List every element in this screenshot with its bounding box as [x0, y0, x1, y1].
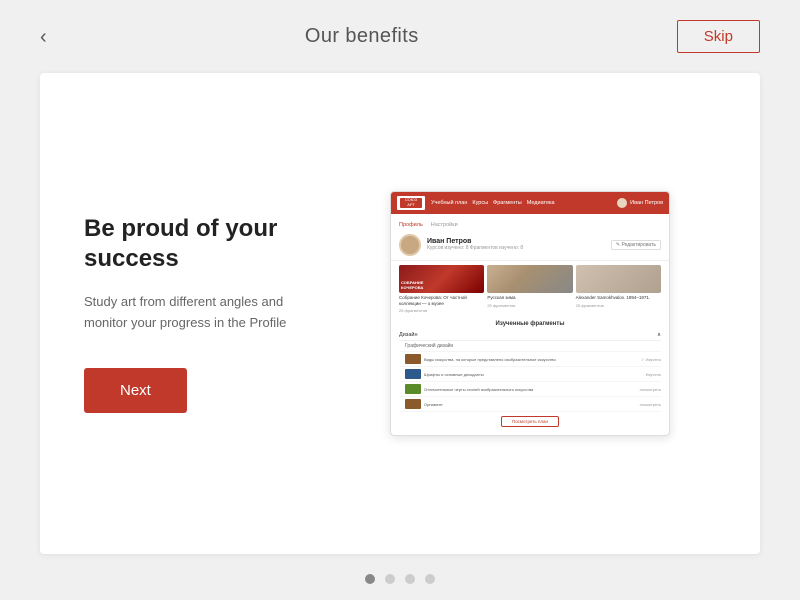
- mock-nav: СОЮЗАРТ Учебный план Курсы Фрагменты Мед…: [391, 192, 669, 214]
- top-bar: ‹ Our benefits Skip: [0, 0, 800, 73]
- card-right: СОЮЗАРТ Учебный план Курсы Фрагменты Мед…: [344, 191, 716, 437]
- mock-lesson-row-2: Шрифты и основные декоданты Изучено: [399, 367, 661, 382]
- dot-1[interactable]: [365, 574, 375, 584]
- dot-2[interactable]: [385, 574, 395, 584]
- card-heading: Be proud of your success: [84, 214, 304, 274]
- mock-nav-avatar: [617, 198, 627, 208]
- card-description: Study art from different angles and moni…: [84, 292, 304, 334]
- mock-logo: СОЮЗАРТ: [397, 196, 425, 210]
- page-title: Our benefits: [305, 25, 419, 48]
- mock-user-name: Иван Петров: [427, 238, 605, 245]
- mock-cards-row: СОБРАНИЕКОЧЕРОВА Собрание Кочерова: От ч…: [391, 261, 669, 318]
- mock-screen: СОЮЗАРТ Учебный план Курсы Фрагменты Мед…: [390, 191, 670, 437]
- dots-row: [0, 554, 800, 600]
- mock-nav-user: Иван Петров: [617, 198, 663, 208]
- dot-4[interactable]: [425, 574, 435, 584]
- mock-card-img-portrait: [576, 265, 661, 293]
- mock-user-info: Иван Петров Курсов изучено: 8 Фрагментов…: [427, 238, 605, 251]
- mock-show-more: Посмотреть план: [399, 412, 661, 431]
- mock-card-item-2: Русская зима 25 фрагментов: [487, 265, 572, 314]
- back-button[interactable]: ‹: [40, 27, 47, 47]
- mock-edit-btn: ✎ Редактировать: [611, 240, 661, 250]
- mock-lesson-thumb-4: [405, 399, 421, 409]
- mock-category: Дизайн ∧: [399, 330, 661, 341]
- mock-studied: Изученные фрагменты Дизайн ∧ Графический…: [391, 317, 669, 435]
- mock-logo-text: СОЮЗАРТ: [400, 198, 422, 208]
- mock-user-row: Иван Петров Курсов изучено: 8 Фрагментов…: [399, 234, 661, 256]
- mock-nav-links: Учебный план Курсы Фрагменты Медиатека: [431, 200, 611, 206]
- card-left: Be proud of your success Study art from …: [84, 214, 304, 413]
- mock-lesson-thumb-1: [405, 354, 421, 364]
- mock-subcategory: Графический дизайн: [399, 341, 661, 352]
- mock-lesson-thumb-3: [405, 384, 421, 394]
- mock-lesson-thumb-2: [405, 369, 421, 379]
- mock-card-item-3: Alexander Samokhvalov. 1894–1971. 25 фра…: [576, 265, 661, 314]
- skip-button[interactable]: Skip: [677, 20, 760, 53]
- mock-card-img-winter: [487, 265, 572, 293]
- mock-lesson-row: Виды искусства, на которые представлено …: [399, 352, 661, 367]
- mock-user-sub: Курсов изучено: 8 Фрагментов изучено: 8: [427, 245, 605, 251]
- mock-card-img-red: СОБРАНИЕКОЧЕРОВА: [399, 265, 484, 293]
- mock-lesson-row-3: Отличительные черты стилей изобразительн…: [399, 382, 661, 397]
- dot-3[interactable]: [405, 574, 415, 584]
- main-card: Be proud of your success Study art from …: [40, 73, 760, 554]
- mock-avatar: [399, 234, 421, 256]
- mock-show-more-btn: Посмотреть план: [501, 416, 559, 427]
- mock-card-item: СОБРАНИЕКОЧЕРОВА Собрание Кочерова: От ч…: [399, 265, 484, 314]
- mock-lesson-row-4: Орнамент посмотреть: [399, 397, 661, 412]
- mock-studied-title: Изученные фрагменты: [399, 321, 661, 327]
- next-button[interactable]: Next: [84, 368, 187, 413]
- mock-profile: Профиль Настройки Иван Петров Курсов изу…: [391, 214, 669, 261]
- mock-tabs: Профиль Настройки: [399, 222, 661, 228]
